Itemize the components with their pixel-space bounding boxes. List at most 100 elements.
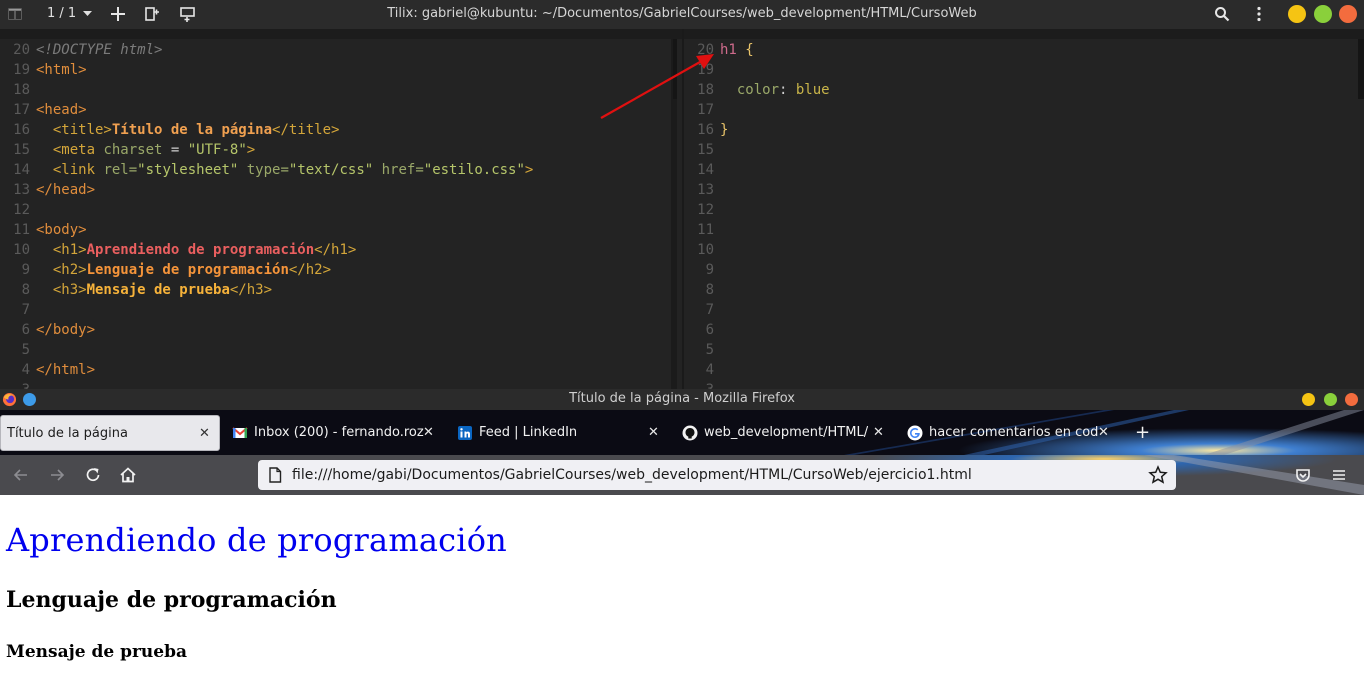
code-token: blue (795, 82, 830, 98)
line-number: 15 (697, 142, 714, 158)
pocket-icon[interactable] (1293, 465, 1313, 485)
close-tab-icon[interactable]: ✕ (873, 425, 884, 440)
code-token: </h2> (288, 262, 332, 278)
terminal-pane-css[interactable]: 20 h1 {19 18 color: blue 17 16} 15 14 13 12 11 10 9… (684, 39, 1364, 389)
code-token: <h1> (52, 242, 87, 258)
url-text[interactable]: file:///home/gabi/Documentos/GabrielCour… (292, 467, 972, 483)
code-token: <head> (36, 102, 87, 118)
url-bar[interactable]: file:///home/gabi/Documentos/GabrielCour… (258, 460, 1176, 490)
code-token: Lenguaje de programación (86, 262, 289, 278)
firefox-close-dot[interactable] (1345, 393, 1358, 406)
close-tab-icon[interactable]: ✕ (1098, 425, 1109, 440)
code-token: <title> (52, 122, 112, 138)
code-token: h1 (720, 42, 737, 58)
code-token: Aprendiendo de programación (86, 242, 315, 258)
code-token: : (779, 82, 796, 98)
tilix-titlebar: 1 / 1 Tilix: gabriel@kubuntu: ~/Document… (0, 0, 1364, 29)
code-line: 12 (0, 200, 36, 220)
code-token: Título de la página (111, 122, 273, 138)
firefox-minimize-dot[interactable] (1302, 393, 1315, 406)
code-token: type= (238, 162, 289, 178)
line-number: 19 (13, 62, 30, 78)
code-line: 13 </head> (0, 180, 95, 200)
line-number: 3 (684, 380, 714, 389)
code-line: 3 (684, 380, 720, 389)
new-tab-button[interactable]: + (1135, 422, 1150, 443)
reload-icon[interactable] (83, 465, 103, 485)
code-token: <link (52, 162, 104, 178)
tab-linkedin[interactable]: Feed | LinkedIn ✕ (455, 415, 665, 451)
code-line: 12 (684, 200, 720, 220)
line-number: 6 (21, 322, 30, 338)
line-number: 8 (705, 282, 714, 298)
code-line: 5 (0, 340, 36, 360)
tab-label: Título de la página (7, 426, 128, 441)
line-number: 8 (21, 282, 30, 298)
line-number: 12 (697, 202, 714, 218)
line-number: 4 (705, 362, 714, 378)
code-token: </html> (36, 362, 96, 378)
code-line: 8 (684, 280, 720, 300)
line-number: 17 (697, 102, 714, 118)
code-line: 15 (684, 140, 720, 160)
code-token: color (736, 82, 780, 98)
code-line: 11 (684, 220, 720, 240)
line-number: 7 (21, 302, 30, 318)
code-token: "text/css" (288, 162, 374, 178)
tab-label: Inbox (200) - fernando.roze (254, 425, 424, 440)
firefox-maximize-dot[interactable] (1324, 393, 1337, 406)
search-icon[interactable] (1213, 5, 1231, 23)
page-content: Aprendiendo de programación Lenguaje de … (0, 495, 1364, 674)
code-token: </head> (36, 182, 96, 198)
back-icon[interactable] (11, 465, 31, 485)
code-token: "estilo.css" (423, 162, 525, 178)
tab-gmail-inbox[interactable]: Inbox (200) - fernando.roze ✕ (230, 415, 440, 451)
code-line: 19 (684, 60, 720, 80)
close-tab-icon[interactable]: ✕ (423, 425, 434, 440)
tab-titulo-pagina[interactable]: Título de la página ✕ (0, 415, 220, 451)
tab-label: Feed | LinkedIn (479, 425, 578, 440)
forward-icon[interactable] (47, 465, 67, 485)
code-line: 10 <h1>Aprendiendo de programación</h1> (0, 240, 356, 260)
maximize-dot[interactable] (1314, 5, 1332, 23)
bookmark-star-icon[interactable] (1148, 465, 1168, 485)
right-pane-scroll-thumb[interactable] (1358, 39, 1364, 99)
code-line: 6 </body> (0, 320, 95, 340)
line-number: 16 (13, 122, 30, 138)
more-icon[interactable] (1250, 5, 1268, 23)
minimize-dot[interactable] (1288, 5, 1306, 23)
linkedin-icon (458, 426, 472, 440)
code-token: rel= (103, 162, 138, 178)
code-token: </body> (36, 322, 96, 338)
line-number: 16 (697, 122, 714, 138)
left-pane-scroll-thumb[interactable] (673, 39, 677, 99)
tilix-window-title: Tilix: gabriel@kubuntu: ~/Documentos/Gab… (387, 6, 977, 21)
page-icon (269, 467, 282, 483)
code-line: 6 (684, 320, 720, 340)
home-icon[interactable] (118, 465, 138, 485)
gmail-icon (232, 427, 248, 438)
line-number: 9 (705, 262, 714, 278)
code-line: 8 <h3>Mensaje de prueba</h3> (0, 280, 272, 300)
line-number: 14 (697, 162, 714, 178)
tab-github[interactable]: web_development/HTML/C ✕ (680, 415, 890, 451)
close-tab-icon[interactable]: ✕ (199, 426, 210, 441)
code-line: 20 h1 { (684, 40, 754, 60)
tab-google-search[interactable]: hacer comentarios en codi ✕ (905, 415, 1115, 451)
code-line: 17 <head> (0, 100, 87, 120)
line-number: 19 (697, 62, 714, 78)
terminal-pane-html[interactable]: 20 <!DOCTYPE html> 19 <html> 18 17 <head> 16 <t… (0, 39, 682, 389)
line-number: 20 (697, 42, 714, 58)
page-heading-3: Mensaje de prueba (6, 642, 188, 662)
close-dot[interactable] (1339, 5, 1357, 23)
code-token: = (162, 142, 188, 158)
close-tab-icon[interactable]: ✕ (648, 425, 659, 440)
line-number: 6 (705, 322, 714, 338)
code-line: 3 (0, 380, 36, 389)
line-number: 7 (705, 302, 714, 318)
code-token: <meta (52, 142, 104, 158)
code-token: href= (373, 162, 424, 178)
menu-icon[interactable] (1329, 465, 1349, 485)
